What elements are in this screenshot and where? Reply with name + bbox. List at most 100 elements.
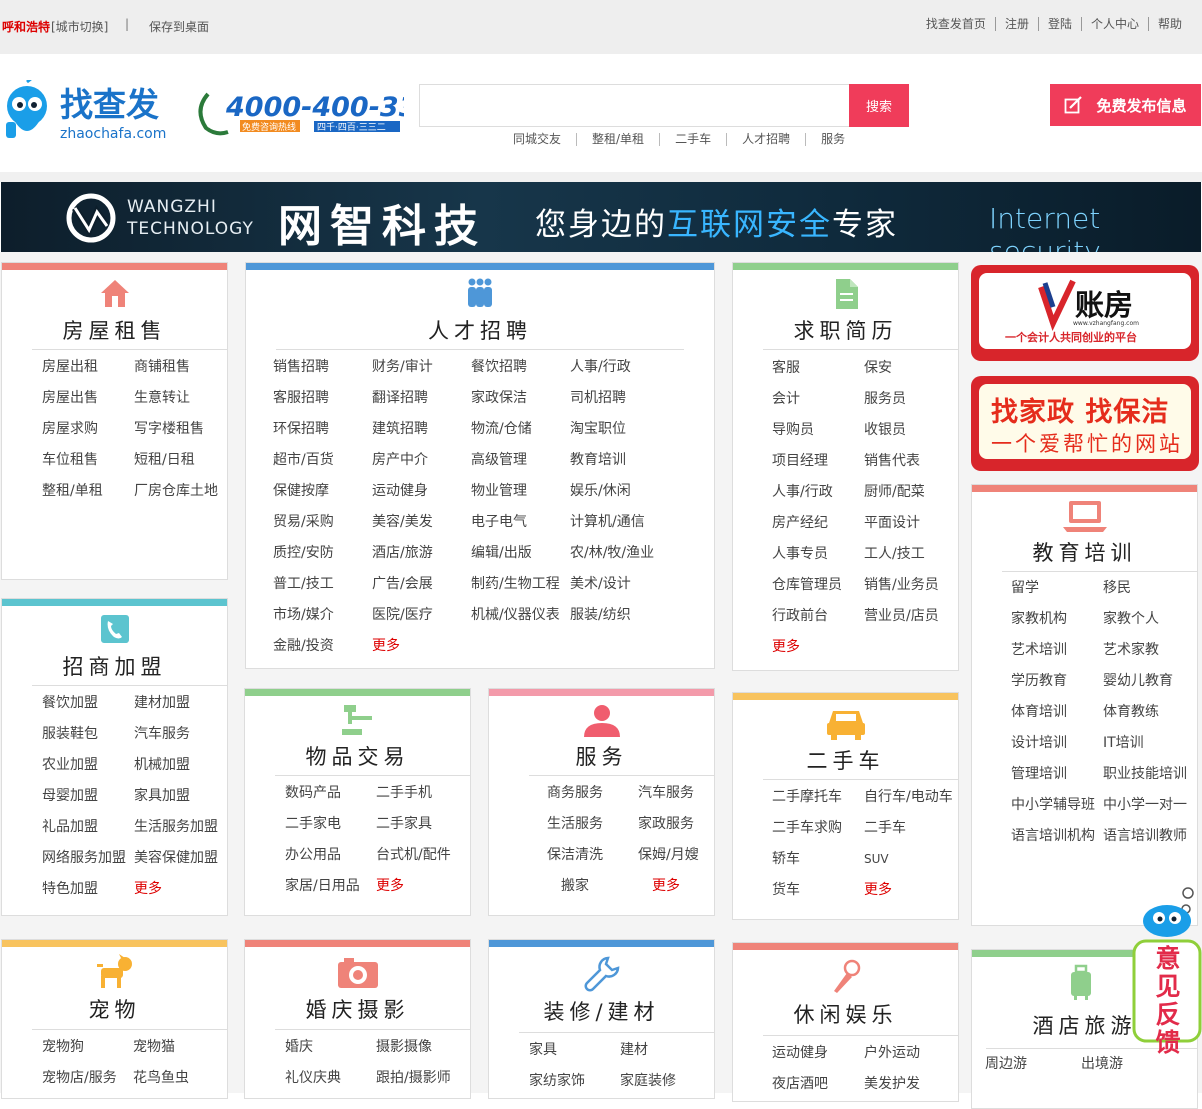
category-link[interactable]: 二手车 [864,813,958,844]
category-link[interactable]: 机械/仪器仪表 [471,600,570,631]
category-link[interactable]: 留学 [1011,573,1103,604]
category-link[interactable]: 物业管理 [471,476,570,507]
category-link[interactable]: 商务服务 [547,778,638,809]
category-link[interactable]: 艺术家教 [1103,635,1197,666]
category-link[interactable]: 体育教练 [1103,697,1197,728]
more-link[interactable]: 更多 [638,871,714,902]
save-to-desktop-link[interactable]: 保存到桌面 [149,18,209,35]
category-link[interactable]: 运动健身 [772,1038,864,1069]
category-link[interactable]: 语言培训机构 [1011,821,1103,852]
category-link[interactable]: 建材 [620,1035,714,1066]
category-link[interactable]: 轿车 [772,844,864,875]
category-link[interactable]: 制药/生物工程 [471,569,570,600]
category-link[interactable]: 保洁清洗 [547,840,638,871]
category-link[interactable]: 婴幼儿教育 [1103,666,1197,697]
category-link[interactable]: 人事/行政 [570,352,669,383]
category-link[interactable]: 语言培训教师 [1103,821,1197,852]
category-link[interactable]: 宠物狗 [42,1032,133,1063]
category-link[interactable]: 客服招聘 [273,383,372,414]
category-link[interactable]: 仓库管理员 [772,570,864,601]
category-link[interactable]: 翻译招聘 [372,383,471,414]
category-link[interactable]: 农业加盟 [42,750,134,781]
quick-link-used-car[interactable]: 二手车 [659,133,726,146]
category-link[interactable]: 会计 [772,384,864,415]
category-link[interactable]: 自行车/电动车 [864,782,958,813]
category-link[interactable]: 物流/仓储 [471,414,570,445]
category-link[interactable]: 销售代表 [864,446,958,477]
category-link[interactable]: 房屋出售 [42,383,134,414]
category-link[interactable]: 平面设计 [864,508,958,539]
category-link[interactable]: 司机招聘 [570,383,669,414]
category-link[interactable]: 办公用品 [285,840,376,871]
category-link[interactable]: 项目经理 [772,446,864,477]
category-link[interactable]: 淘宝职位 [570,414,669,445]
quick-link-rent[interactable]: 整租/单租 [576,133,659,146]
category-link[interactable]: 中小学辅导班 [1011,790,1103,821]
category-link[interactable]: 营业员/店员 [864,601,958,632]
quick-link-dating[interactable]: 同城交友 [498,133,576,146]
category-link[interactable]: 夜店酒吧 [772,1069,864,1100]
category-link[interactable]: 电子电气 [471,507,570,538]
city-switch-link[interactable]: [城市切换] [51,18,108,35]
category-link[interactable]: 美容/美发 [372,507,471,538]
quick-link-service[interactable]: 服务 [805,133,860,146]
category-link[interactable]: 二手车求购 [772,813,864,844]
ad-housekeeping[interactable]: 找家政 找保洁 一个爱帮忙的网站 [971,376,1199,471]
category-link[interactable]: 货车 [772,875,864,906]
category-link[interactable]: 网络服务加盟 [42,843,134,874]
site-logo[interactable]: 找查发 zhaochafa.com [0,76,190,150]
category-link[interactable]: 学历教育 [1011,666,1103,697]
category-link[interactable]: 移民 [1103,573,1197,604]
more-link[interactable]: 更多 [134,874,227,905]
category-link[interactable]: 汽车服务 [134,719,227,750]
category-link[interactable]: 跟拍/摄影师 [376,1063,470,1094]
category-link[interactable]: 房产经纪 [772,508,864,539]
category-link[interactable]: 美容保健加盟 [134,843,227,874]
category-link[interactable]: 美术/设计 [570,569,669,600]
category-link[interactable]: 礼仪庆典 [285,1063,376,1094]
category-link[interactable]: 销售招聘 [273,352,372,383]
category-link[interactable]: 台式机/配件 [376,840,470,871]
category-link[interactable]: 户外运动 [864,1038,958,1069]
category-link[interactable]: 设计培训 [1011,728,1103,759]
category-link[interactable]: 销售/业务员 [864,570,958,601]
category-link[interactable]: 母婴加盟 [42,781,134,812]
more-link[interactable]: 更多 [372,631,471,662]
category-link[interactable]: 建筑招聘 [372,414,471,445]
category-link[interactable]: SUV [864,844,958,875]
category-link[interactable]: 体育培训 [1011,697,1103,728]
category-link[interactable]: 酒店/旅游 [372,538,471,569]
category-link[interactable]: 房屋出租 [42,352,134,383]
category-link[interactable]: 机械加盟 [134,750,227,781]
category-link[interactable]: 贸易/采购 [273,507,372,538]
category-link[interactable]: 二手摩托车 [772,782,864,813]
category-link[interactable]: 花鸟鱼虫 [133,1063,227,1094]
category-link[interactable]: 市场/媒介 [273,600,372,631]
category-link[interactable]: 生活服务 [547,809,638,840]
category-link[interactable]: 厂房仓库土地 [134,476,227,507]
category-link[interactable]: 服装鞋包 [42,719,134,750]
category-link[interactable]: 客服 [772,353,864,384]
category-link[interactable]: 车位租售 [42,445,134,476]
category-link[interactable]: 娱乐/休闲 [570,476,669,507]
category-link[interactable]: 家教个人 [1103,604,1197,635]
category-link[interactable]: 家庭装修 [620,1066,714,1097]
category-link[interactable]: 农/林/牧/渔业 [570,538,669,569]
category-link[interactable]: 宠物猫 [133,1032,227,1063]
ad-banner[interactable]: WANGZHI TECHNOLOGY 网智科技 您身边的互联网安全专家 Inter… [1,182,1201,252]
category-link[interactable]: 餐饮加盟 [42,688,134,719]
category-link[interactable]: 人事/行政 [772,477,864,508]
category-link[interactable]: 金融/投资 [273,631,372,662]
category-link[interactable]: 房产中介 [372,445,471,476]
category-link[interactable]: 家具加盟 [134,781,227,812]
category-link[interactable]: 生活服务加盟 [134,812,227,843]
category-link[interactable]: 数码产品 [285,778,376,809]
search-input[interactable] [419,84,851,127]
category-link[interactable]: 环保招聘 [273,414,372,445]
category-link[interactable]: 医院/医疗 [372,600,471,631]
category-link[interactable]: 运动健身 [372,476,471,507]
category-link[interactable]: 艺术培训 [1011,635,1103,666]
category-link[interactable]: 搬家 [547,871,638,902]
post-free-button[interactable]: 免费发布信息 [1050,84,1201,126]
category-link[interactable]: 质控/安防 [273,538,372,569]
